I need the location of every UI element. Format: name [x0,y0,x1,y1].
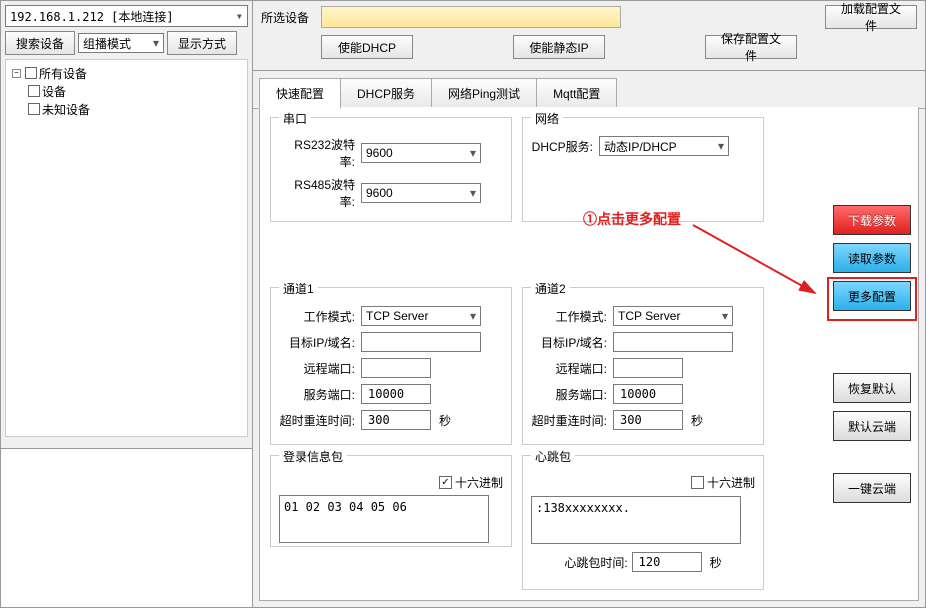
rs232-label: RS232波特率: [279,136,357,170]
broadcast-mode-value: 组播模式 [83,35,131,52]
login-content-textarea[interactable]: 01 02 03 04 05 06 [279,495,489,543]
ch2-sport-label: 服务端口: [531,386,609,403]
display-mode-button[interactable]: 显示方式 [167,31,237,55]
ch2-reconn-input[interactable] [613,410,683,430]
group-network-legend: 网络 [531,110,563,127]
ch1-rport-label: 远程端口: [279,360,357,377]
tab-dhcp[interactable]: DHCP服务 [340,78,432,109]
group-ch2-legend: 通道2 [531,280,570,297]
tree-item-dev[interactable]: 设备 [12,82,241,100]
ch2-reconn-unit: 秒 [691,412,703,429]
tab-mqtt[interactable]: Mqtt配置 [536,78,617,109]
heartbeat-hex-label: 十六进制 [707,474,755,491]
tree-item-all[interactable]: − 所有设备 [12,64,241,82]
enable-dhcp-button[interactable]: 使能DHCP [321,35,413,59]
restore-default-button[interactable]: 恢复默认 [833,373,911,403]
ch1-sport-input[interactable] [361,384,431,404]
group-serial-legend: 串口 [279,110,311,127]
ip-select-value: 192.168.1.212 [本地连接] [10,8,174,25]
tabs: 快速配置 DHCP服务 网络Ping测试 Mqtt配置 [253,71,925,109]
ch2-mode-label: 工作模式: [531,308,609,325]
dhcp-value: 动态IP/DHCP [604,138,677,155]
selected-device-label: 所选设备 [261,9,309,26]
group-login: 登录信息包 ✓ 十六进制 01 02 03 04 05 06 [270,455,512,547]
heartbeat-content-textarea[interactable]: :138xxxxxxxx. [531,496,741,544]
save-config-button[interactable]: 保存配置文件 [705,35,797,59]
tree-item-unknown[interactable]: 未知设备 [12,100,241,118]
dhcp-select[interactable]: 动态IP/DHCP [599,136,729,156]
tree-label: 设备 [42,83,66,100]
more-config-button[interactable]: 更多配置 [833,281,911,311]
group-heartbeat: 心跳包 十六进制 :138xxxxxxxx. 心跳包时间: 秒 [522,455,764,590]
group-channel2: 通道2 工作模式: TCP Server 目标IP/域名: 远程端口: 服 [522,287,764,445]
one-click-cloud-button[interactable]: 一键云端 [833,473,911,503]
default-cloud-button[interactable]: 默认云端 [833,411,911,441]
group-network: 网络 DHCP服务: 动态IP/DHCP [522,117,764,222]
tree-label: 未知设备 [42,101,90,118]
tab-ping[interactable]: 网络Ping测试 [431,78,537,109]
rs485-baud-select[interactable]: 9600 [361,183,481,203]
ch1-mode-select[interactable]: TCP Server [361,306,481,326]
tree-collapse-icon[interactable]: − [12,69,21,78]
group-ch1-legend: 通道1 [279,280,318,297]
ch2-rport-label: 远程端口: [531,360,609,377]
tree-checkbox[interactable] [25,67,37,79]
load-config-button[interactable]: 加载配置文件 [825,5,917,29]
top-bar: 所选设备 加载配置文件 使能DHCP 使能静态IP 保存配置文件 [253,1,925,71]
tree-checkbox[interactable] [28,103,40,115]
ch1-rport-input[interactable] [361,358,431,378]
ch1-reconn-unit: 秒 [439,412,451,429]
broadcast-mode-select[interactable]: 组播模式 [78,33,164,53]
ch2-sport-input[interactable] [613,384,683,404]
ch2-ip-input[interactable] [613,332,733,352]
ch2-mode-select[interactable]: TCP Server [613,306,733,326]
download-params-button[interactable]: 下载参数 [833,205,911,235]
ch1-ip-input[interactable] [361,332,481,352]
selected-device-field [321,6,621,28]
checkbox-icon [691,476,704,489]
heartbeat-interval-label: 心跳包时间: [564,554,627,571]
login-hex-checkbox[interactable]: ✓ 十六进制 [439,474,503,491]
group-login-legend: 登录信息包 [279,448,347,465]
ch1-reconn-input[interactable] [361,410,431,430]
tab-content: 串口 RS232波特率: 9600 RS485波特率: 9600 网络 DHCP… [259,107,919,601]
tree-checkbox[interactable] [28,85,40,97]
group-heartbeat-legend: 心跳包 [531,448,575,465]
ch1-mode-label: 工作模式: [279,308,357,325]
search-devices-button[interactable]: 搜索设备 [5,31,75,55]
ch1-ip-label: 目标IP/域名: [279,334,357,351]
read-params-button[interactable]: 读取参数 [833,243,911,273]
ip-select[interactable]: 192.168.1.212 [本地连接] [5,5,248,27]
checkbox-icon: ✓ [439,476,452,489]
heartbeat-hex-checkbox[interactable]: 十六进制 [691,474,755,491]
ch1-reconn-label: 超时重连时间: [279,412,357,429]
ch2-ip-label: 目标IP/域名: [531,334,609,351]
rs232-baud-value: 9600 [366,146,393,160]
group-serial: 串口 RS232波特率: 9600 RS485波特率: 9600 [270,117,512,222]
ch1-mode-value: TCP Server [366,309,428,323]
rs485-label: RS485波特率: [279,176,357,210]
ch2-rport-input[interactable] [613,358,683,378]
ch1-sport-label: 服务端口: [279,386,357,403]
ch2-reconn-label: 超时重连时间: [531,412,609,429]
log-panel [1,449,252,607]
rs232-baud-select[interactable]: 9600 [361,143,481,163]
device-tree[interactable]: − 所有设备 设备 未知设备 [5,59,248,437]
tree-label: 所有设备 [39,65,87,82]
side-buttons: 下载参数 读取参数 更多配置 恢复默认 默认云端 一键云端 [833,205,911,503]
rs485-baud-value: 9600 [366,186,393,200]
ch2-mode-value: TCP Server [618,309,680,323]
login-hex-label: 十六进制 [455,474,503,491]
tab-quick[interactable]: 快速配置 [259,78,341,109]
group-channel1: 通道1 工作模式: TCP Server 目标IP/域名: 远程端口: 服 [270,287,512,445]
heartbeat-interval-unit: 秒 [710,554,722,571]
dhcp-label: DHCP服务: [531,138,595,155]
heartbeat-interval-input[interactable] [632,552,702,572]
enable-static-button[interactable]: 使能静态IP [513,35,605,59]
